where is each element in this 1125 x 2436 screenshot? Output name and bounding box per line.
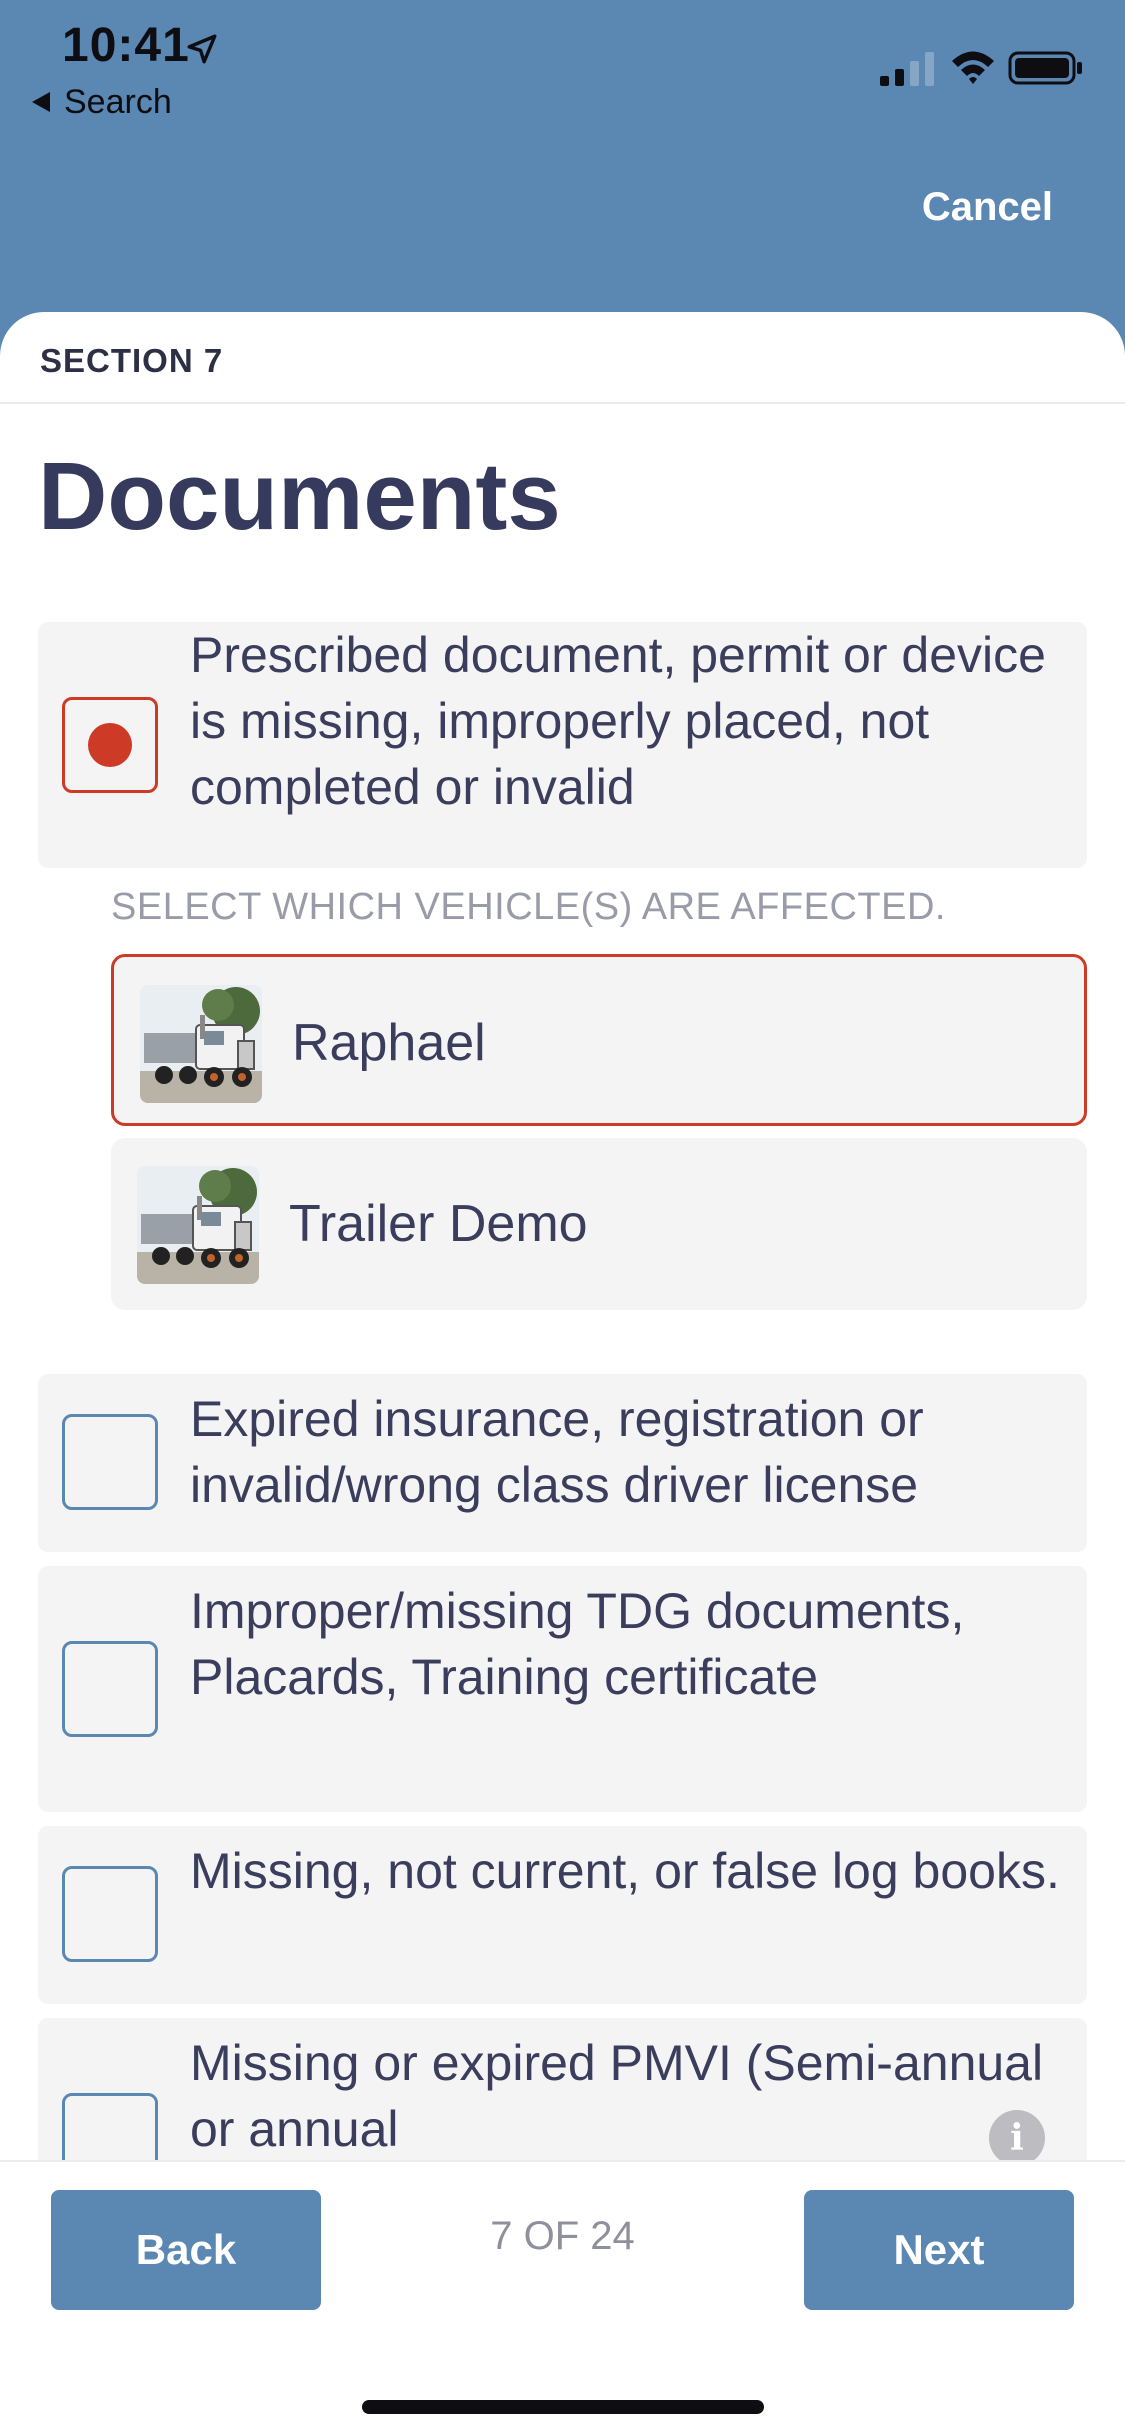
page-title: Documents <box>38 443 561 550</box>
vehicle-item-trailer-demo[interactable]: Trailer Demo <box>111 1138 1087 1310</box>
battery-icon <box>1008 51 1082 85</box>
next-button[interactable]: Next <box>804 2190 1074 2310</box>
back-to-search-label: Search <box>64 82 172 121</box>
option-tdg-documents[interactable]: Improper/missing TDG documents, Placards… <box>38 1566 1087 1812</box>
location-arrow-icon <box>187 34 217 64</box>
cellular-signal-icon <box>880 52 934 86</box>
home-indicator[interactable] <box>362 2400 764 2414</box>
wifi-icon <box>952 51 994 84</box>
status-time: 10:41 <box>62 19 190 72</box>
header-bar: 10:41 Search Cancel <box>0 0 1125 330</box>
option-checkbox[interactable] <box>62 1414 158 1510</box>
form-sheet: SECTION 7 Documents Prescribed document,… <box>0 312 1125 2436</box>
back-triangle-icon <box>32 92 50 112</box>
vehicle-name: Raphael <box>292 1014 486 1072</box>
option-expired-insurance[interactable]: Expired insurance, registration or inval… <box>38 1374 1087 1552</box>
vehicle-name: Trailer Demo <box>289 1195 588 1253</box>
section-divider <box>0 402 1125 404</box>
footer-nav: Back 7 OF 24 Next <box>0 2160 1125 2436</box>
option-checkbox[interactable] <box>62 1866 158 1962</box>
option-checkbox-checked[interactable] <box>62 697 158 793</box>
option-label: Missing, not current, or false log books… <box>190 1843 1060 1899</box>
vehicle-select-hint: SELECT WHICH VEHICLE(S) ARE AFFECTED. <box>111 886 946 928</box>
section-label: SECTION 7 <box>40 342 224 379</box>
option-prescribed-document[interactable]: Prescribed document, permit or device is… <box>38 622 1087 868</box>
option-label: Missing or expired PMVI (Semi-annual or … <box>190 2035 1044 2157</box>
truck-thumbnail-icon <box>137 1166 259 1284</box>
info-icon[interactable]: i <box>989 2110 1045 2166</box>
option-log-books[interactable]: Missing, not current, or false log books… <box>38 1826 1087 2004</box>
vehicle-item-raphael[interactable]: Raphael <box>111 954 1087 1126</box>
option-label: Prescribed document, permit or device is… <box>190 627 1046 815</box>
back-to-search-link[interactable]: Search <box>32 82 172 122</box>
checked-dot-icon <box>88 723 132 767</box>
option-label: Expired insurance, registration or inval… <box>190 1391 924 1513</box>
truck-thumbnail-icon <box>140 985 262 1103</box>
cancel-button[interactable]: Cancel <box>922 185 1053 230</box>
option-label: Improper/missing TDG documents, Placards… <box>190 1583 965 1705</box>
option-checkbox[interactable] <box>62 1641 158 1737</box>
